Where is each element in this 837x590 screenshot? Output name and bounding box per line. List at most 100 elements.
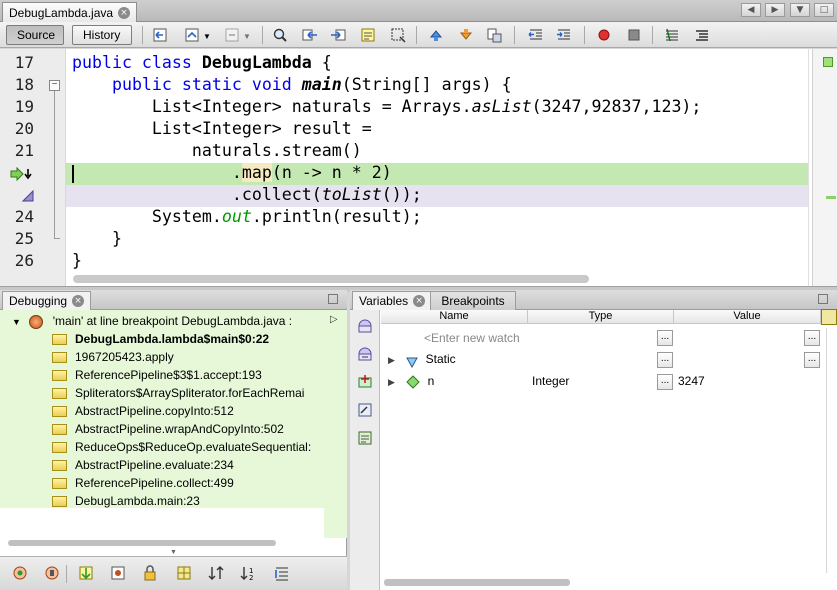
variable-value[interactable]: 3247 — [678, 371, 778, 391]
column-header-value[interactable]: Value — [674, 310, 821, 324]
frame-label: DebugLambda.main:23 — [75, 494, 200, 508]
lock-icon[interactable] — [140, 563, 160, 583]
find-next-icon[interactable] — [330, 27, 346, 43]
frame-row[interactable]: ReduceOps$ReduceOp.evaluateSequential: — [52, 438, 324, 456]
next-bookmark-icon[interactable] — [458, 27, 474, 43]
fold-line — [54, 238, 60, 239]
evaluate-icon[interactable] — [355, 344, 375, 364]
expand-icon[interactable]: ▶ — [388, 355, 395, 365]
frame-row[interactable]: DebugLambda.main:23 — [52, 492, 337, 510]
horizontal-scrollbar[interactable] — [8, 540, 276, 546]
code-editor[interactable]: 17 18 19 20 21 24 25 26 − public class D… — [0, 49, 837, 286]
find-icon[interactable] — [272, 27, 288, 43]
variable-row-n[interactable]: ▶ n — [388, 371, 538, 391]
horizontal-scrollbar[interactable] — [384, 579, 570, 586]
frame-row[interactable]: AbstractPipeline.evaluate:234 — [52, 456, 337, 474]
tab-debugging[interactable]: Debugging × — [2, 291, 92, 310]
select-rectangle-icon[interactable] — [390, 27, 406, 43]
last-edit-icon[interactable] — [152, 27, 168, 43]
column-header-name[interactable]: Name — [381, 310, 528, 324]
chevron-down-icon[interactable]: ▼ — [203, 32, 211, 41]
static-icon — [406, 354, 419, 368]
static-type-button[interactable]: ... — [657, 352, 673, 368]
close-tab-icon[interactable]: × — [118, 6, 131, 19]
frame-row[interactable]: Spliterators$ArraySpliterator.forEachRem… — [52, 384, 324, 402]
edit-watch-icon[interactable] — [355, 400, 375, 420]
show-less-icon[interactable] — [76, 563, 96, 583]
find-previous-icon[interactable] — [302, 27, 318, 43]
close-tab-icon[interactable]: × — [72, 295, 85, 307]
thread-row[interactable]: ▼ 'main' at line breakpoint DebugLambda.… — [12, 312, 337, 330]
minimize-icon[interactable] — [818, 294, 828, 304]
column-header-type[interactable]: Type — [528, 310, 674, 324]
watch-value-button[interactable]: ... — [804, 330, 820, 346]
tab-breakpoints[interactable]: Breakpoints — [430, 291, 516, 310]
stop-macro-icon[interactable] — [626, 27, 642, 43]
start-macro-icon[interactable] — [596, 27, 612, 43]
code-token: (3247,92837,123); — [531, 97, 702, 116]
source-button[interactable]: Source — [6, 25, 64, 45]
uncomment-icon[interactable] — [694, 27, 710, 43]
code-token: System. — [72, 207, 222, 226]
dropdown-icon[interactable]: ▼ — [790, 3, 810, 17]
minimize-icon[interactable] — [328, 294, 338, 304]
shift-right-icon[interactable] — [556, 27, 572, 43]
maximize-icon[interactable]: □ — [814, 3, 834, 17]
code-line: .collect(toList()); — [72, 184, 422, 206]
comment-icon[interactable] — [664, 27, 680, 43]
prev-bookmark-icon[interactable] — [428, 27, 444, 43]
show-system-info-icon[interactable] — [108, 563, 128, 583]
variable-type-button[interactable]: ... — [657, 374, 673, 390]
chevron-down-icon[interactable]: ▼ — [170, 549, 177, 556]
separator — [262, 26, 263, 44]
new-watch-icon[interactable] — [355, 316, 375, 336]
shift-left-icon[interactable] — [528, 27, 544, 43]
resume-all-icon[interactable] — [10, 563, 30, 583]
suspend-all-icon[interactable] — [42, 563, 62, 583]
scroll-right-icon[interactable]: ▶ — [765, 3, 785, 17]
code-token: (String[] args) { — [341, 75, 512, 94]
play-icon[interactable]: ▷ — [330, 314, 338, 325]
watch-input[interactable]: <Enter new watch — [424, 328, 624, 348]
call-stack-tree[interactable]: ▼ 'main' at line breakpoint DebugLambda.… — [0, 310, 347, 508]
code-token: public class — [72, 53, 202, 72]
separator — [416, 26, 417, 44]
frame-row[interactable]: 1967205423.apply — [52, 348, 337, 366]
frame-row[interactable]: ReferencePipeline$3$1.accept:193 — [52, 366, 337, 384]
close-tab-icon[interactable]: × — [413, 295, 426, 307]
add-watch-icon[interactable] — [355, 372, 375, 392]
folder-icon — [52, 424, 67, 436]
forward-icon[interactable] — [224, 27, 240, 43]
frame-row[interactable]: DebugLambda.lambda$main$0:22 — [52, 330, 337, 348]
frame-row[interactable]: AbstractPipeline.wrapAndCopyInto:502 — [52, 420, 337, 438]
filter-icon[interactable] — [272, 563, 292, 583]
back-icon[interactable] — [184, 27, 200, 43]
grid-icon[interactable] — [174, 563, 194, 583]
editor-tab-debuglambda[interactable]: DebugLambda.java × — [2, 2, 138, 22]
fold-toggle-icon[interactable]: − — [49, 80, 60, 91]
breakpoint-marker-icon[interactable] — [21, 189, 34, 202]
code-token: List<Integer> naturals = Arrays. — [72, 97, 472, 116]
watch-type-button[interactable]: ... — [657, 330, 673, 346]
static-value-button[interactable]: ... — [804, 352, 820, 368]
sort-numeric-icon[interactable]: 12 — [238, 563, 258, 583]
scroll-left-icon[interactable]: ◀ — [741, 3, 761, 17]
history-button[interactable]: History — [72, 25, 132, 45]
toggle-bookmark-icon[interactable] — [486, 27, 502, 43]
svg-text:2: 2 — [249, 574, 253, 582]
variables-panel: Variables × Breakpoints Name Type Value … — [350, 290, 837, 590]
toggle-highlight-icon[interactable] — [360, 27, 376, 43]
chevron-down-icon[interactable]: ▼ — [243, 32, 251, 41]
frame-row[interactable]: ReferencePipeline.collect:499 — [52, 474, 337, 492]
line-number-gutter[interactable]: 17 18 19 20 21 24 25 26 − — [0, 49, 66, 286]
error-stripe[interactable] — [812, 49, 837, 286]
horizontal-scrollbar[interactable] — [73, 275, 589, 283]
columns-config-icon[interactable] — [821, 309, 837, 325]
copy-icon[interactable] — [355, 428, 375, 448]
expand-icon[interactable]: ▶ — [388, 377, 395, 387]
tab-variables[interactable]: Variables × — [352, 291, 433, 310]
static-row[interactable]: ▶ Static — [388, 349, 648, 369]
expand-icon[interactable]: ▼ — [12, 313, 26, 330]
frame-row[interactable]: AbstractPipeline.copyInto:512 — [52, 402, 337, 420]
sort-icon[interactable] — [206, 563, 226, 583]
